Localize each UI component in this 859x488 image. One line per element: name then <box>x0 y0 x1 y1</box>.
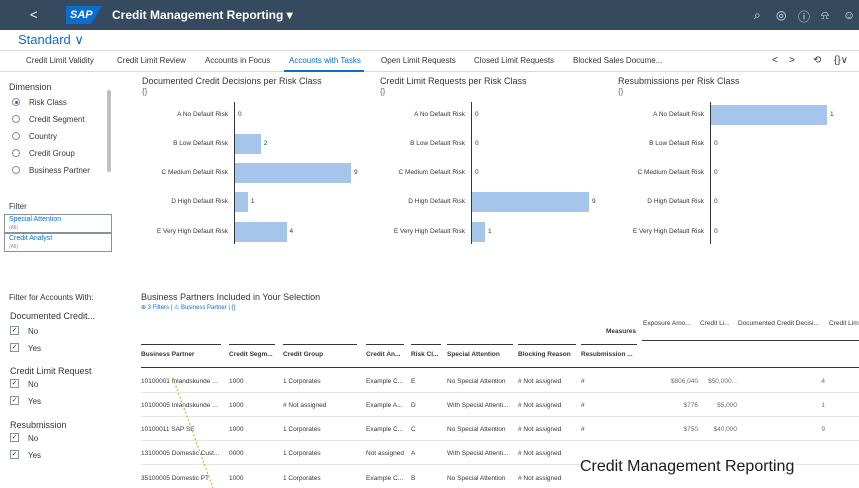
annotation-leader-line <box>172 377 214 488</box>
overlay-caption: Credit Management Reporting <box>580 458 795 476</box>
